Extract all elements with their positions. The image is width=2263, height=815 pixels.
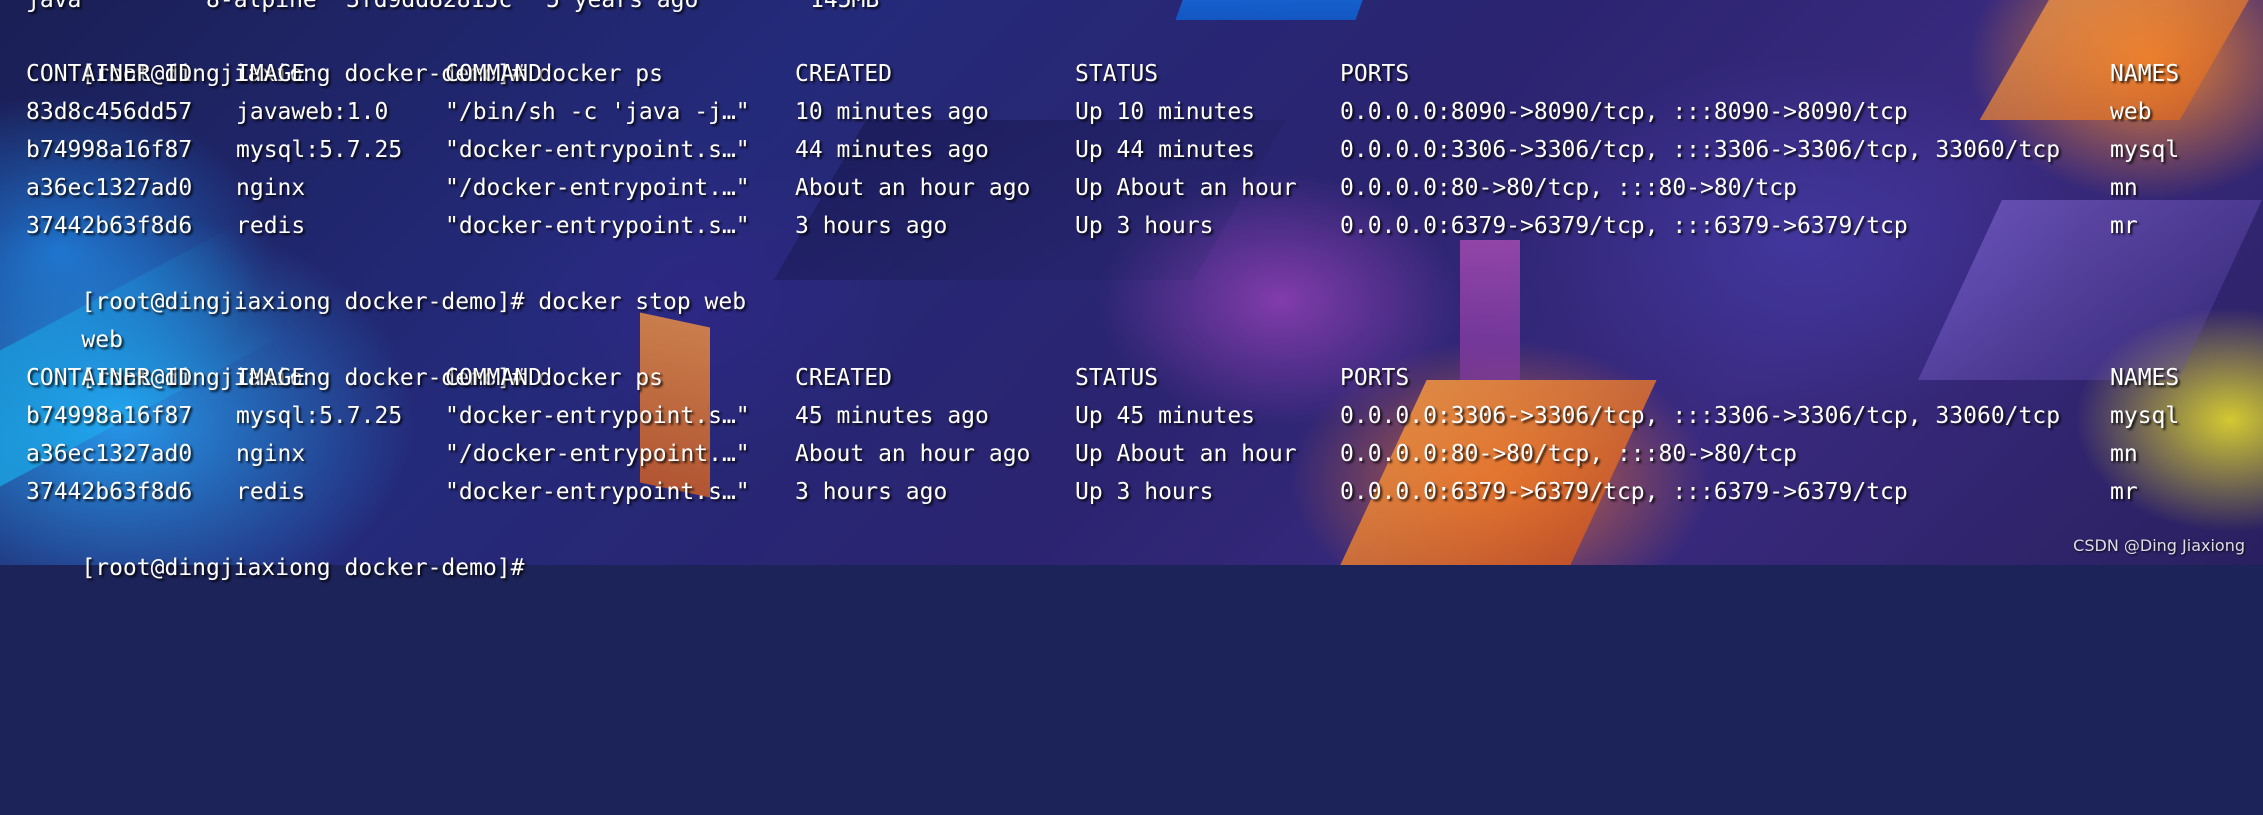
container-name: mr <box>2110 213 2138 239</box>
header-image: IMAGE <box>236 61 306 87</box>
header-command: COMMAND <box>445 365 542 391</box>
header-names: NAMES <box>2110 61 2180 87</box>
container-row: b74998a16f87 mysql:5.7.25 "docker-entryp… <box>0 397 2179 435</box>
container-ports: 0.0.0.0:6379->6379/tcp, :::6379->6379/tc… <box>1340 479 1908 505</box>
ps-header-row: CONTAINER ID IMAGE COMMAND CREATED STATU… <box>0 55 2179 93</box>
prompt-line: [root@dingjiaxiong docker-demo]# docker … <box>26 17 663 87</box>
command-text: docker stop web <box>538 289 747 315</box>
container-status: Up About an hour <box>1075 441 1297 467</box>
container-status: Up 10 minutes <box>1075 99 1256 125</box>
container-image: redis <box>236 479 306 505</box>
container-ports: 0.0.0.0:8090->8090/tcp, :::8090->8090/tc… <box>1340 99 1908 125</box>
container-created: About an hour ago <box>795 441 1031 467</box>
container-name: mr <box>2110 479 2138 505</box>
header-created: CREATED <box>795 365 892 391</box>
container-image: redis <box>236 213 306 239</box>
header-created: CREATED <box>795 61 892 87</box>
container-id: 37442b63f8d6 <box>26 479 193 505</box>
shell-prompt: [root@dingjiaxiong docker-demo]# <box>81 289 525 315</box>
prompt-line-active[interactable]: [root@dingjiaxiong docker-demo]# <box>26 511 524 581</box>
container-command: "/docker-entrypoint.…" <box>445 175 750 201</box>
container-created: 44 minutes ago <box>795 137 989 163</box>
container-name: mn <box>2110 441 2138 467</box>
header-ports: PORTS <box>1340 365 1410 391</box>
container-command: "docker-entrypoint.s…" <box>445 479 750 505</box>
ps-header-row: CONTAINER ID IMAGE COMMAND CREATED STATU… <box>0 359 2179 397</box>
container-command: "/bin/sh -c 'java -j…" <box>445 99 750 125</box>
container-status: Up 3 hours <box>1075 213 1214 239</box>
header-status: STATUS <box>1075 61 1159 87</box>
container-id: 37442b63f8d6 <box>26 213 193 239</box>
container-status: Up 45 minutes <box>1075 403 1256 429</box>
container-command: "docker-entrypoint.s…" <box>445 403 750 429</box>
shell-prompt: [root@dingjiaxiong docker-demo]# <box>81 555 525 581</box>
container-row: 83d8c456dd57 javaweb:1.0 "/bin/sh -c 'ja… <box>0 93 2152 131</box>
container-id: a36ec1327ad0 <box>26 441 193 467</box>
container-created: 10 minutes ago <box>795 99 989 125</box>
container-id: 83d8c456dd57 <box>26 99 193 125</box>
container-image: nginx <box>236 175 306 201</box>
watermark: CSDN @Ding Jiaxiong <box>2073 536 2245 555</box>
header-ports: PORTS <box>1340 61 1410 87</box>
container-id: b74998a16f87 <box>26 137 193 163</box>
container-command: "docker-entrypoint.s…" <box>445 213 750 239</box>
container-status: Up About an hour <box>1075 175 1297 201</box>
header-image: IMAGE <box>236 365 306 391</box>
header-container-id: CONTAINER ID <box>26 61 193 87</box>
container-ports: 0.0.0.0:3306->3306/tcp, :::3306->3306/tc… <box>1340 403 2061 429</box>
container-command: "docker-entrypoint.s…" <box>445 137 750 163</box>
container-ports: 0.0.0.0:80->80/tcp, :::80->80/tcp <box>1340 441 1797 467</box>
container-id: b74998a16f87 <box>26 403 193 429</box>
container-name: web <box>2110 99 2152 125</box>
header-names: NAMES <box>2110 365 2180 391</box>
container-id: a36ec1327ad0 <box>26 175 193 201</box>
container-row: b74998a16f87 mysql:5.7.25 "docker-entryp… <box>0 131 2179 169</box>
header-status: STATUS <box>1075 365 1159 391</box>
command-text: docker ps <box>538 365 663 391</box>
container-status: Up 3 hours <box>1075 479 1214 505</box>
container-status: Up 44 minutes <box>1075 137 1256 163</box>
container-ports: 0.0.0.0:6379->6379/tcp, :::6379->6379/tc… <box>1340 213 1908 239</box>
command-output: web <box>26 283 123 353</box>
container-created: 3 hours ago <box>795 213 948 239</box>
prompt-line: [root@dingjiaxiong docker-demo]# docker … <box>26 321 663 391</box>
container-created: About an hour ago <box>795 175 1031 201</box>
container-image: javaweb:1.0 <box>236 99 389 125</box>
container-name: mysql <box>2110 403 2180 429</box>
container-ports: 0.0.0.0:80->80/tcp, :::80->80/tcp <box>1340 175 1797 201</box>
container-row: a36ec1327ad0 nginx "/docker-entrypoint.…… <box>0 435 2138 473</box>
container-image: mysql:5.7.25 <box>236 403 403 429</box>
header-command: COMMAND <box>445 61 542 87</box>
container-row: a36ec1327ad0 nginx "/docker-entrypoint.…… <box>0 169 2138 207</box>
command-text: docker ps <box>538 61 663 87</box>
container-image: mysql:5.7.25 <box>236 137 403 163</box>
container-command: "/docker-entrypoint.…" <box>445 441 750 467</box>
container-image: nginx <box>236 441 306 467</box>
container-ports: 0.0.0.0:3306->3306/tcp, :::3306->3306/tc… <box>1340 137 2061 163</box>
header-container-id: CONTAINER ID <box>26 365 193 391</box>
prompt-line: [root@dingjiaxiong docker-demo]# docker … <box>26 245 746 315</box>
container-created: 45 minutes ago <box>795 403 989 429</box>
container-row: 37442b63f8d6 redis "docker-entrypoint.s…… <box>0 207 2138 245</box>
image-size: 145MB <box>810 0 880 13</box>
container-name: mn <box>2110 175 2138 201</box>
terminal-output[interactable]: java 8-alpine 3fd9dd82815c 5 years ago 1… <box>0 0 2263 581</box>
container-row: 37442b63f8d6 redis "docker-entrypoint.s…… <box>0 473 2138 511</box>
container-created: 3 hours ago <box>795 479 948 505</box>
container-name: mysql <box>2110 137 2180 163</box>
